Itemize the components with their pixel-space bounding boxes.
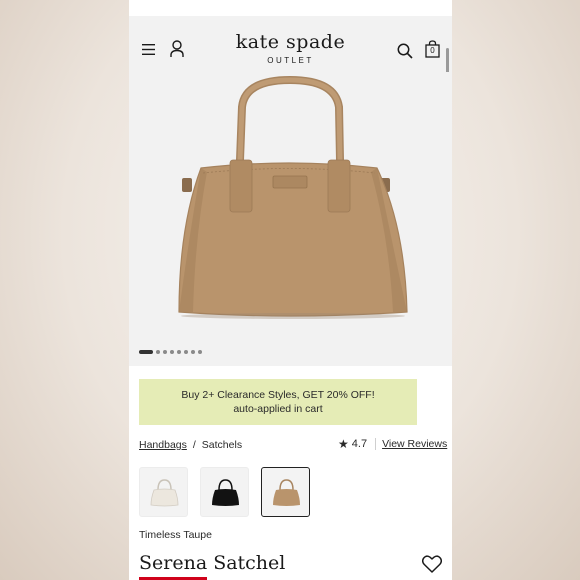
promo-banner[interactable]: Buy 2+ Clearance Styles, GET 20% OFF! au… (139, 379, 417, 425)
top-strip (129, 0, 452, 16)
rating-value: 4.7 (351, 438, 368, 450)
gallery-dot[interactable] (156, 350, 160, 354)
swatch-black-thumb (212, 479, 239, 506)
site-header: kate spade OUTLET 0 (129, 16, 452, 72)
product-details: Buy 2+ Clearance Styles, GET 20% OFF! au… (129, 366, 452, 580)
breadcrumb-handbags[interactable]: Handbags (139, 439, 187, 451)
gallery-dots[interactable] (139, 349, 202, 355)
swatch-black[interactable] (200, 467, 249, 517)
handbag-photo (178, 75, 408, 319)
swatch-taupe-thumb (273, 479, 300, 506)
promo-line-1: Buy 2+ Clearance Styles, GET 20% OFF! (181, 389, 375, 401)
gallery-dot[interactable] (177, 350, 181, 354)
promo-line-2: auto-applied in cart (233, 403, 323, 415)
phone-screen: kate spade OUTLET 0 Buy 2+ Clearance Sty… (129, 0, 452, 580)
swatch-taupe[interactable] (261, 467, 310, 517)
swatch-white[interactable] (139, 467, 188, 517)
divider (375, 438, 377, 450)
product-title: Serena Satchel (139, 552, 286, 574)
search-icon[interactable] (397, 43, 413, 59)
product-image[interactable] (129, 72, 452, 366)
heart-icon[interactable] (422, 555, 442, 573)
bag-count: 0 (430, 46, 435, 55)
color-swatches (139, 467, 310, 517)
gallery-dot[interactable] (184, 350, 188, 354)
swatch-white-thumb (150, 479, 179, 507)
gallery-dot[interactable] (170, 350, 174, 354)
breadcrumb-satchels[interactable]: Satchels (202, 439, 242, 451)
view-reviews-link[interactable]: View Reviews (382, 438, 447, 450)
breadcrumb-separator: / (192, 439, 196, 451)
gallery-dot[interactable] (191, 350, 195, 354)
star-icon: ★ (338, 437, 349, 451)
gallery-dot[interactable] (139, 350, 153, 354)
gallery-dot[interactable] (163, 350, 167, 354)
rating-summary: ★ 4.7 View Reviews (338, 437, 447, 451)
gallery-dot[interactable] (198, 350, 202, 354)
selected-color-name: Timeless Taupe (139, 529, 212, 541)
breadcrumb: Handbags / Satchels (139, 439, 242, 451)
